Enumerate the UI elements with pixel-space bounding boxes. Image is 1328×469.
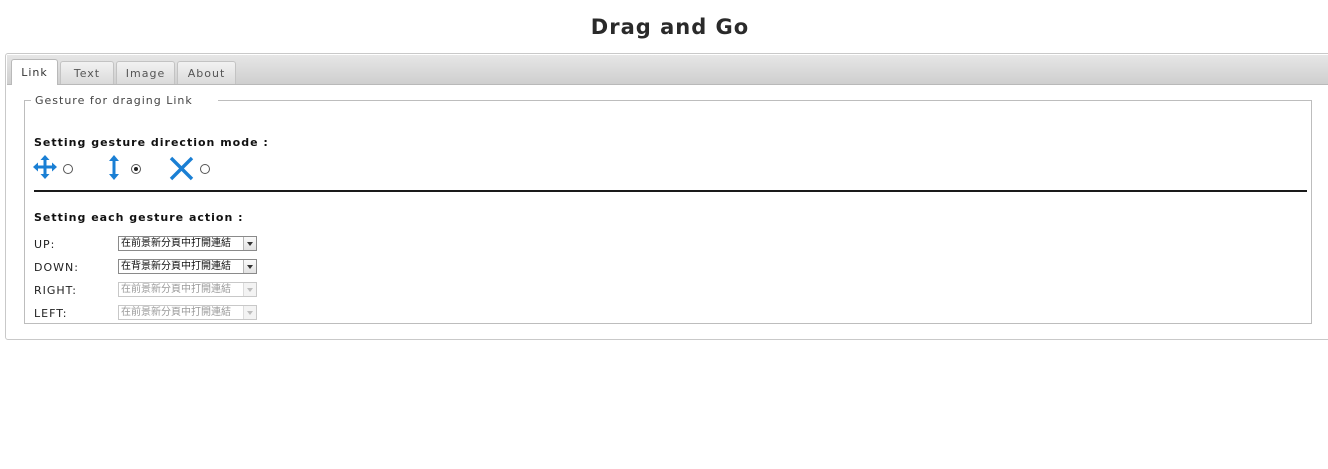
up-label: UP: <box>34 238 56 251</box>
tab-about[interactable]: About <box>177 61 236 84</box>
left-action-value: 在前景新分頁中打開連結 <box>121 307 231 318</box>
up-action-select[interactable]: 在前景新分頁中打開連結 <box>118 236 257 251</box>
down-label: DOWN: <box>34 261 79 274</box>
left-action-select: 在前景新分頁中打開連結 <box>118 305 257 320</box>
chevron-down-icon <box>243 260 256 273</box>
chevron-down-icon <box>243 237 256 250</box>
tab-text[interactable]: Text <box>60 61 114 84</box>
up-action-value: 在前景新分頁中打開連結 <box>121 238 231 249</box>
section-divider <box>34 190 1307 192</box>
gesture-action-heading: Setting each gesture action : <box>34 211 244 224</box>
chevron-down-icon <box>243 306 256 319</box>
right-action-value: 在前景新分頁中打開連結 <box>121 284 231 295</box>
chevron-down-icon <box>243 283 256 296</box>
down-action-value: 在背景新分頁中打開連結 <box>121 261 231 272</box>
mode-vertical-radio[interactable] <box>131 164 141 174</box>
left-label: LEFT: <box>34 307 68 320</box>
fieldset-legend: Gesture for draging Link <box>35 94 193 107</box>
tab-image[interactable]: Image <box>116 61 175 84</box>
four-way-arrows-icon[interactable] <box>33 155 57 179</box>
mode-four-way-radio[interactable] <box>63 164 73 174</box>
tab-bar: Link Text Image About <box>7 55 1328 85</box>
tab-link[interactable]: Link <box>11 59 58 85</box>
right-label: RIGHT: <box>34 284 77 297</box>
right-action-select: 在前景新分頁中打開連結 <box>118 282 257 297</box>
page-title: Drag and Go <box>590 15 750 39</box>
direction-mode-heading: Setting gesture direction mode : <box>34 136 269 149</box>
gesture-fieldset: Gesture for draging Link Setting gesture… <box>24 94 1312 324</box>
vertical-arrows-icon[interactable] <box>107 155 121 180</box>
mode-disabled-radio[interactable] <box>200 164 210 174</box>
disable-x-icon[interactable] <box>169 156 194 181</box>
options-panel: Link Text Image About Gesture for dragin… <box>5 53 1328 340</box>
down-action-select[interactable]: 在背景新分頁中打開連結 <box>118 259 257 274</box>
